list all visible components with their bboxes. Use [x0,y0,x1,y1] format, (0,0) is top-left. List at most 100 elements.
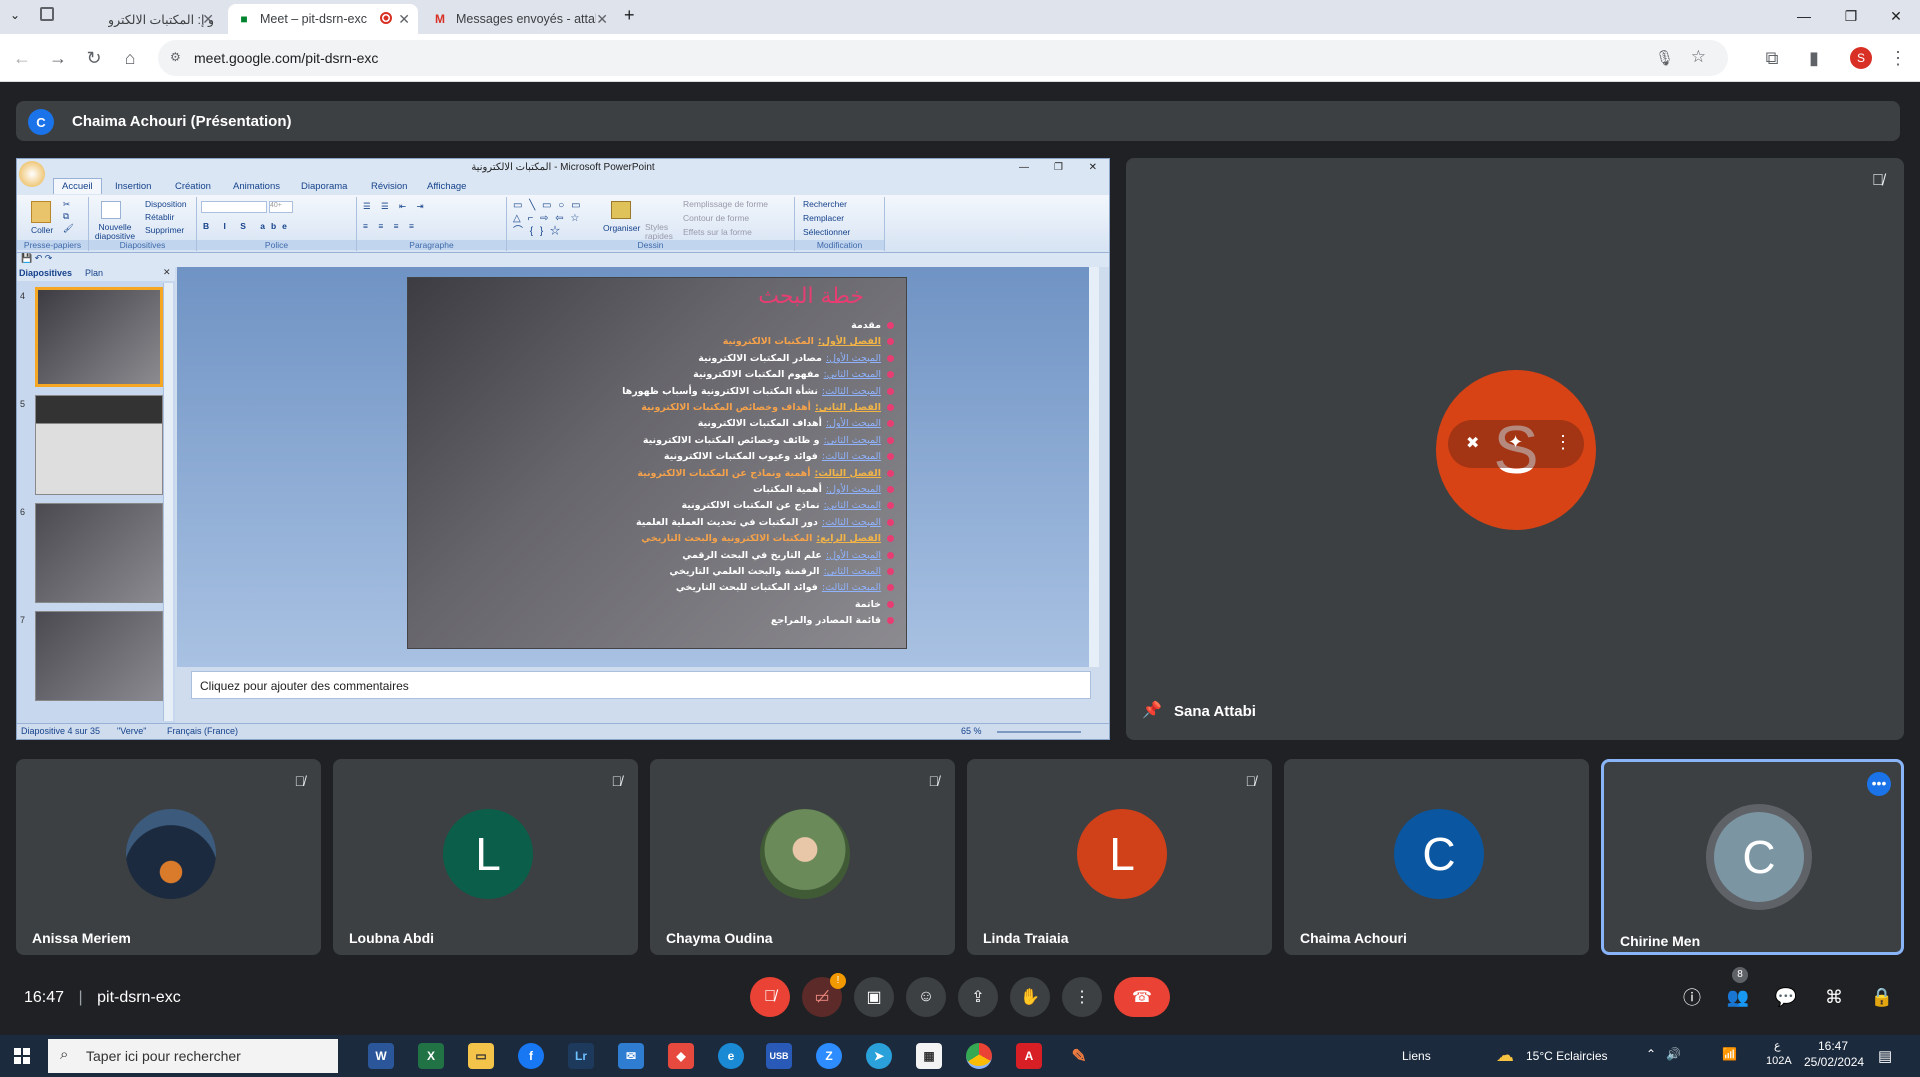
reactions-button[interactable]: ☺ [906,977,946,1017]
replace-button[interactable]: Remplacer [803,213,844,223]
ppt-tab-design[interactable]: Création [175,181,211,192]
tab-meet[interactable]: ■ Meet – pit-dsrn-exc ✕ [228,4,418,34]
extensions-icon[interactable]: ⧉ [1760,46,1784,70]
word-icon[interactable]: W [368,1043,394,1069]
slide-thumbnail[interactable] [35,287,163,387]
close-icon[interactable]: ✕ [398,11,410,28]
participant-tile[interactable]: 🎙̸ Chayma Oudina [650,759,955,955]
participant-tile[interactable]: 🎙̸ Anissa Meriem [16,759,321,955]
usb-utility-icon[interactable]: USB [766,1043,792,1069]
pinned-participant-tile[interactable]: 🎙̸ S ✖ ✦ ⋮ 📌 Sana Attabi [1126,158,1904,740]
zoom-slider[interactable] [997,731,1081,733]
tab-document[interactable]: و إ: المكتبات الالكترونية ✕ [80,4,222,34]
new-tab-plus-icon[interactable]: + [624,5,635,26]
start-windows-icon[interactable] [14,1048,30,1064]
ppt-restore-icon[interactable]: ❐ [1054,159,1063,177]
leave-call-button[interactable]: ☎ [1114,977,1170,1017]
notifications-icon[interactable]: ▤ [1878,1047,1892,1065]
home-icon[interactable]: ⌂ [118,46,142,70]
file-explorer-icon[interactable]: ▭ [468,1043,494,1069]
pin-off-icon[interactable]: ✖ [1466,433,1479,453]
font-name-field[interactable] [201,201,267,213]
address-bar[interactable]: ⚙ meet.google.com/pit-dsrn-exc 🎙 ☆ [158,40,1728,76]
shape-outline-button[interactable]: Contour de forme [683,213,749,223]
slide-thumbnail[interactable] [35,611,163,701]
effects-icon[interactable]: ✦ [1508,432,1523,453]
layout-button[interactable]: Disposition [145,199,187,209]
editor-scrollbar[interactable] [1089,267,1099,667]
list-icons[interactable]: ☰ ☰ ⇤ ⇥ [363,201,428,212]
facebook-icon[interactable]: f [518,1043,544,1069]
captions-button[interactable]: ▣ [854,977,894,1017]
save-icon[interactable]: 💾 ↶ ↷ [21,253,52,264]
shapes-gallery-icon[interactable]: ▭ ╲ ▭ ○ ▭ △ ⌐ ⇨ ⇦ ☆ ⌒ { } ☆ [513,199,603,238]
participant-tile[interactable]: C Chaima Achouri [1284,759,1589,955]
delete-button[interactable]: Supprimer [145,225,184,235]
ppt-close-icon[interactable]: ✕ [1089,159,1097,177]
mic-toggle-button[interactable]: 🎙̸ [750,977,790,1017]
participant-tile-self[interactable]: ••• C Chirine Men [1601,759,1904,955]
language-indicator[interactable]: Français (France) [167,726,238,736]
reload-icon[interactable]: ↻ [82,46,106,70]
current-slide[interactable]: خطة البحث مقدمة الفصل الأول: المكتبات الال… [407,277,907,649]
participant-tile[interactable]: 🎙̸ L Linda Traiaia [967,759,1272,955]
align-icons[interactable]: ≡ ≡ ≡ ≡ [363,221,418,231]
ppt-tab-home[interactable]: Accueil [53,178,102,194]
ppt-tab-insert[interactable]: Insertion [115,181,151,192]
new-slide-icon[interactable] [101,201,121,219]
ppt-tab-review[interactable]: Révision [371,181,407,192]
slide-thumbnail[interactable] [35,503,163,603]
pane-tab-slides[interactable]: Diapositives [19,268,72,278]
tab-list-chevron-icon[interactable]: ⌄ [10,8,20,22]
reset-button[interactable]: Rétablir [145,212,174,222]
paste-icon[interactable] [31,201,51,223]
taskbar-search-box[interactable]: ⌕ Taper ici pour rechercher [48,1039,338,1073]
cut-icon[interactable]: ✂ [63,199,70,210]
select-button[interactable]: Sélectionner [803,227,850,237]
site-info-icon[interactable]: ⚙ [170,50,181,64]
links-toolbar[interactable]: Liens [1402,1049,1431,1063]
acrobat-icon[interactable]: A [1016,1043,1042,1069]
arrange-icon[interactable] [611,201,631,219]
more-options-button[interactable]: ⋮ [1062,977,1102,1017]
bookmark-star-icon[interactable]: ☆ [1691,47,1706,67]
browser-menu-icon[interactable]: ⋮ [1886,46,1910,70]
font-format-icons[interactable]: B I S abe [203,221,293,231]
raise-hand-button[interactable]: ✋ [1010,977,1050,1017]
keyboard-language[interactable]: ع [1774,1039,1781,1052]
ppt-minimize-icon[interactable]: — [1019,159,1029,177]
profile-avatar[interactable]: S [1850,47,1872,69]
window-close-icon[interactable]: ✕ [1886,8,1906,26]
excel-icon[interactable]: X [418,1043,444,1069]
more-options-icon[interactable]: ⋮ [1554,432,1572,453]
font-size-field[interactable]: 40+ [269,201,293,213]
ppt-tab-view[interactable]: Affichage [427,181,466,192]
anydesk-icon[interactable]: ◆ [668,1043,694,1069]
zoom-icon[interactable]: Z [816,1043,842,1069]
pinned-tab-icon[interactable] [40,7,54,21]
chrome-icon[interactable] [966,1043,992,1069]
weather-text[interactable]: 15°C Eclaircies [1526,1049,1608,1063]
mail-icon[interactable]: ✉ [618,1043,644,1069]
network-icon[interactable]: 📶 [1722,1047,1737,1061]
shape-effects-button[interactable]: Effets sur la forme [683,227,752,237]
shared-screen-powerpoint[interactable]: المكتبات الالكترونية - Microsoft PowerPo… [16,158,1110,740]
side-panel-icon[interactable]: ▮ [1802,46,1826,70]
shape-fill-button[interactable]: Remplissage de forme [683,199,768,209]
quick-styles-button[interactable]: Styles rapides [645,223,675,241]
host-controls-button[interactable]: 🔒 [1866,981,1898,1013]
weather-icon[interactable]: ☁ [1496,1045,1514,1066]
microphone-icon[interactable]: 🎙 [1655,49,1674,67]
tab-gmail[interactable]: M Messages envoyés - attabi.sana ✕ [424,4,616,34]
format-painter-icon[interactable]: 🖌 [63,223,74,234]
taskbar-date[interactable]: 25/02/2024 [1804,1055,1864,1069]
arrange-button[interactable]: Organiser [603,223,640,233]
volume-icon[interactable]: 🔊 [1666,1047,1681,1061]
powerpoint-app-icon[interactable]: ✎ [1066,1043,1092,1069]
store-icon[interactable]: ▦ [916,1043,942,1069]
camera-toggle-button[interactable]: ▭̸ ! [802,973,846,1017]
paste-button[interactable]: Coller [31,225,53,235]
minimize-icon[interactable]: — [1794,8,1814,26]
keyboard-layout[interactable]: 102A [1766,1055,1792,1067]
chat-button[interactable]: 💬 [1770,981,1802,1013]
